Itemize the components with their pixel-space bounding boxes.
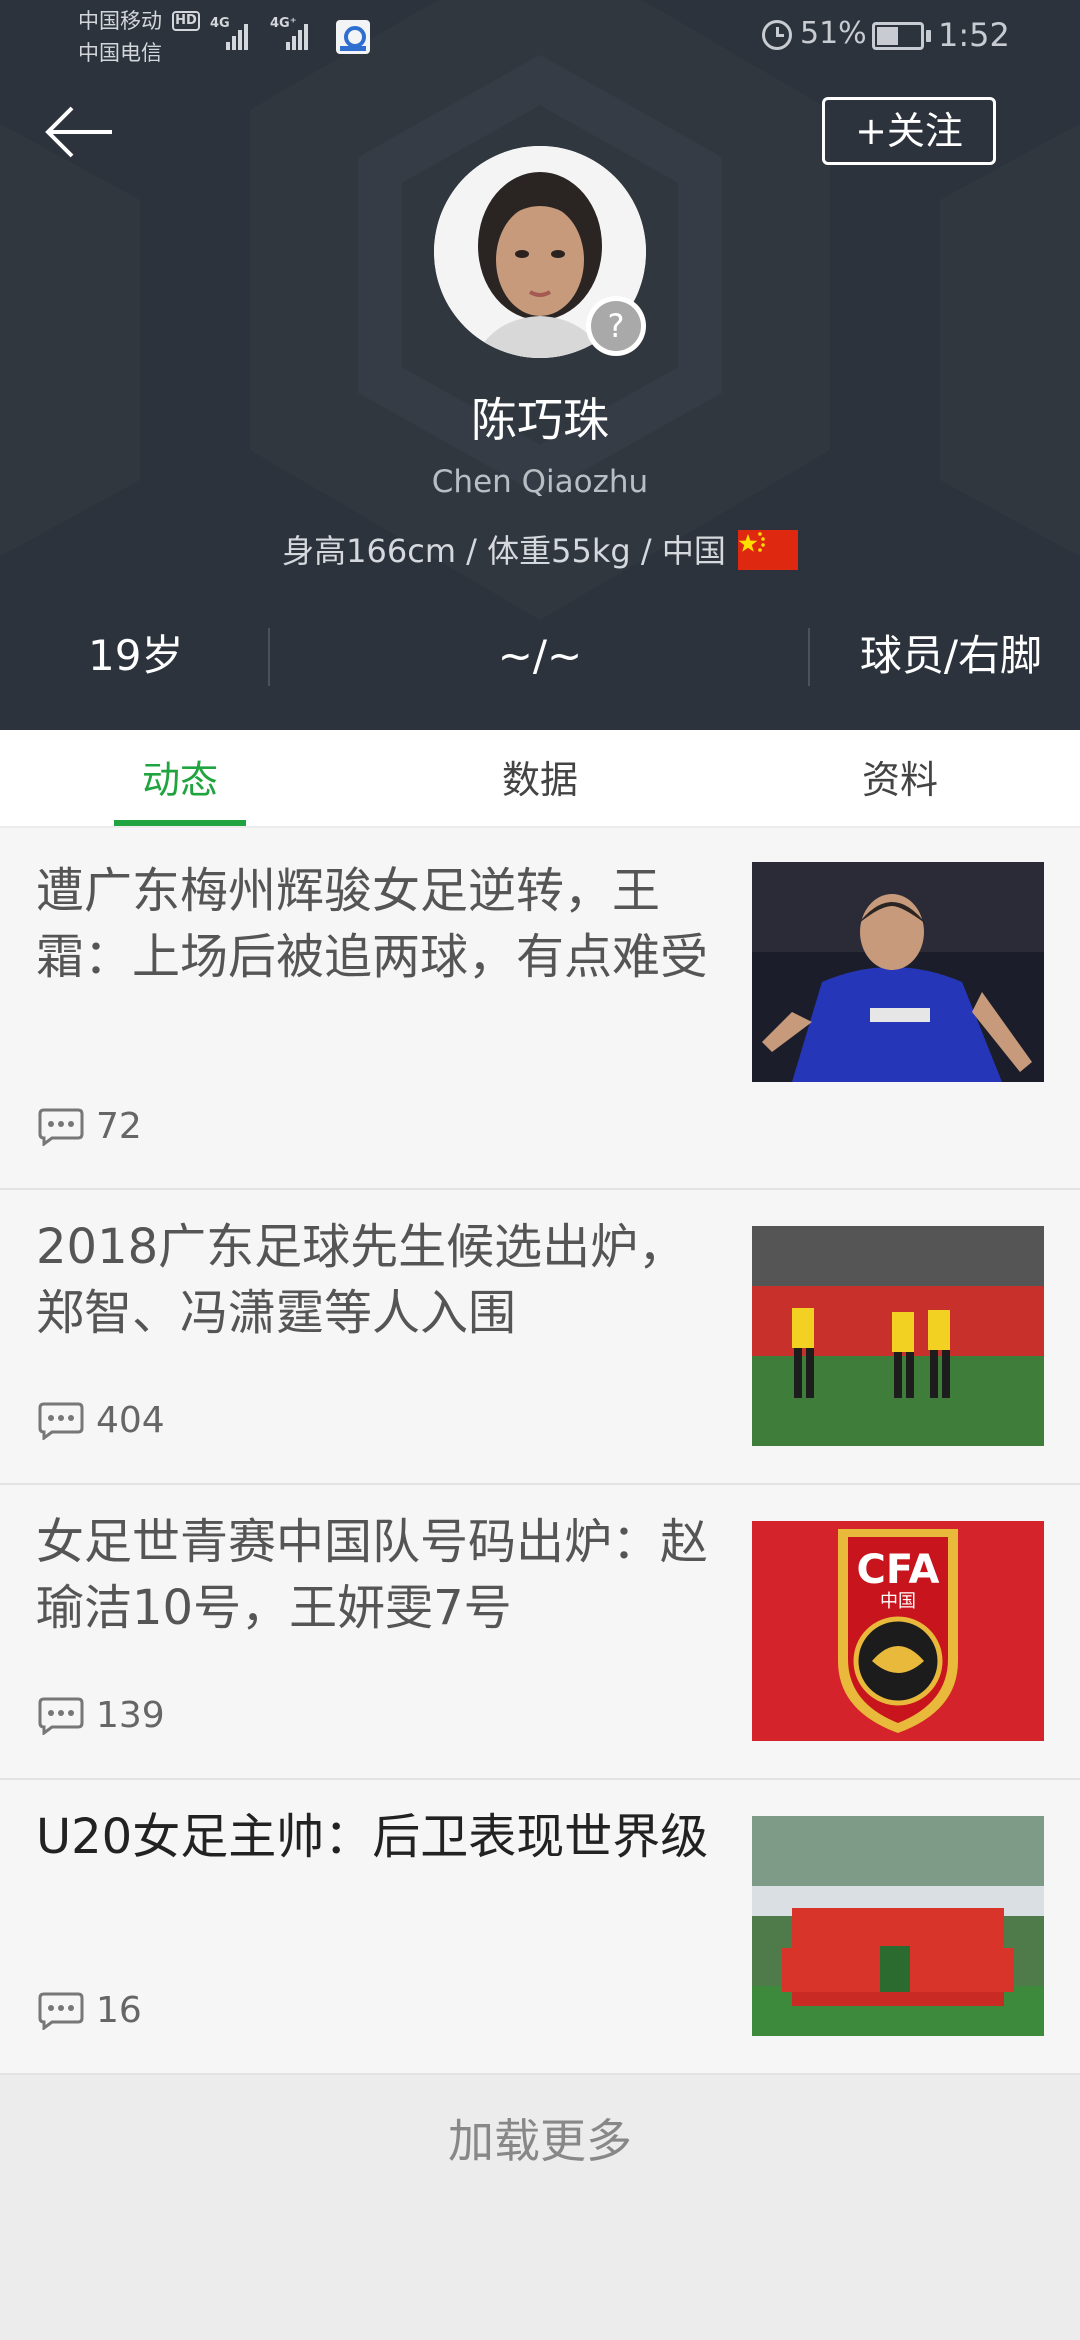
svg-text:中国: 中国 <box>880 1591 916 1612</box>
app-notification-icon <box>336 20 370 54</box>
china-flag-icon <box>737 530 798 570</box>
arrow-left-icon <box>45 106 112 158</box>
active-tab-indicator <box>114 820 246 826</box>
comment-bubble-icon <box>38 1992 84 2030</box>
comment-bubble-icon <box>38 1402 84 1440</box>
player-name: 陈巧珠 <box>471 393 609 447</box>
profile-header: 中国移动 中国电信 HD 4G 4G⁺ 51% 1:52 +关注 ? 陈巧珠 C… <box>0 0 1080 730</box>
tab-data[interactable]: 数据 <box>360 730 720 826</box>
news-thumbnail <box>752 1816 1044 2036</box>
news-comment-count: 139 <box>36 1695 165 1736</box>
alarm-icon <box>762 20 792 50</box>
news-item[interactable]: U20女足主帅：后卫表现世界级 16 <box>0 1780 1080 2075</box>
battery-percent: 51% <box>800 16 867 51</box>
news-item[interactable]: 女足世青赛中国队号码出炉：赵瑜洁10号，王妍雯7号 139 CFA 中国 <box>0 1485 1080 1780</box>
comment-bubble-icon <box>38 1697 84 1735</box>
tab-profile[interactable]: 资料 <box>720 730 1080 826</box>
news-comment-count: 72 <box>36 1106 142 1147</box>
news-title: 遭广东梅州辉骏女足逆转，王霜：上场后被追两球，有点难受 <box>36 863 709 985</box>
signal-2-icon: 4G⁺ <box>270 16 326 52</box>
status-bar: 中国移动 中国电信 HD 4G 4G⁺ 51% 1:52 <box>0 0 1080 72</box>
battery-icon <box>872 22 924 50</box>
news-comment-count: 404 <box>36 1400 165 1441</box>
news-thumbnail <box>752 862 1044 1082</box>
news-title: 女足世青赛中国队号码出炉：赵瑜洁10号，王妍雯7号 <box>36 1514 709 1636</box>
unknown-badge: ? <box>586 296 646 356</box>
news-item[interactable]: 2018广东足球先生候选出炉，郑智、冯潇霆等人入围 404 <box>0 1190 1080 1485</box>
battery-tip <box>926 30 931 42</box>
news-title: 2018广东足球先生候选出炉，郑智、冯潇霆等人入围 <box>36 1219 687 1341</box>
news-title: U20女足主帅：后卫表现世界级 <box>36 1809 709 1865</box>
carrier-2: 中国电信 <box>78 41 162 65</box>
news-item[interactable]: 遭广东梅州辉骏女足逆转，王霜：上场后被追两球，有点难受 72 <box>0 828 1080 1190</box>
comment-bubble-icon <box>38 1108 84 1146</box>
stats-row: 19岁 ~/~ 球员/右脚 <box>0 620 1080 692</box>
news-comment-count: 16 <box>36 1990 142 2031</box>
carrier-1: 中国移动 <box>78 9 162 33</box>
tab-news[interactable]: 动态 <box>0 730 360 826</box>
back-button[interactable] <box>38 96 122 168</box>
tab-bar: 动态 数据 资料 <box>0 730 1080 828</box>
player-info: 身高166cm / 体重55kg / 中国 <box>282 532 726 570</box>
hd-badge: HD <box>172 11 200 31</box>
follow-button[interactable]: +关注 <box>822 97 996 165</box>
stat-divider <box>808 628 810 686</box>
load-more-button[interactable]: 加载更多 <box>0 2070 1080 2212</box>
signal-1-icon: 4G <box>210 16 262 52</box>
news-thumbnail: CFA 中国 <box>752 1521 1044 1741</box>
question-icon: ? <box>591 301 641 351</box>
clock: 1:52 <box>938 16 1010 54</box>
stat-role-foot: 球员/右脚 <box>859 631 1042 680</box>
player-info-row: 身高166cm / 体重55kg / 中国 <box>0 522 1080 580</box>
svg-text:CFA: CFA <box>856 1547 939 1593</box>
news-thumbnail <box>752 1226 1044 1446</box>
news-list: 遭广东梅州辉骏女足逆转，王霜：上场后被追两球，有点难受 72 2018广东足球先… <box>0 828 1080 2075</box>
player-name-en: Chen Qiaozhu <box>431 464 649 500</box>
